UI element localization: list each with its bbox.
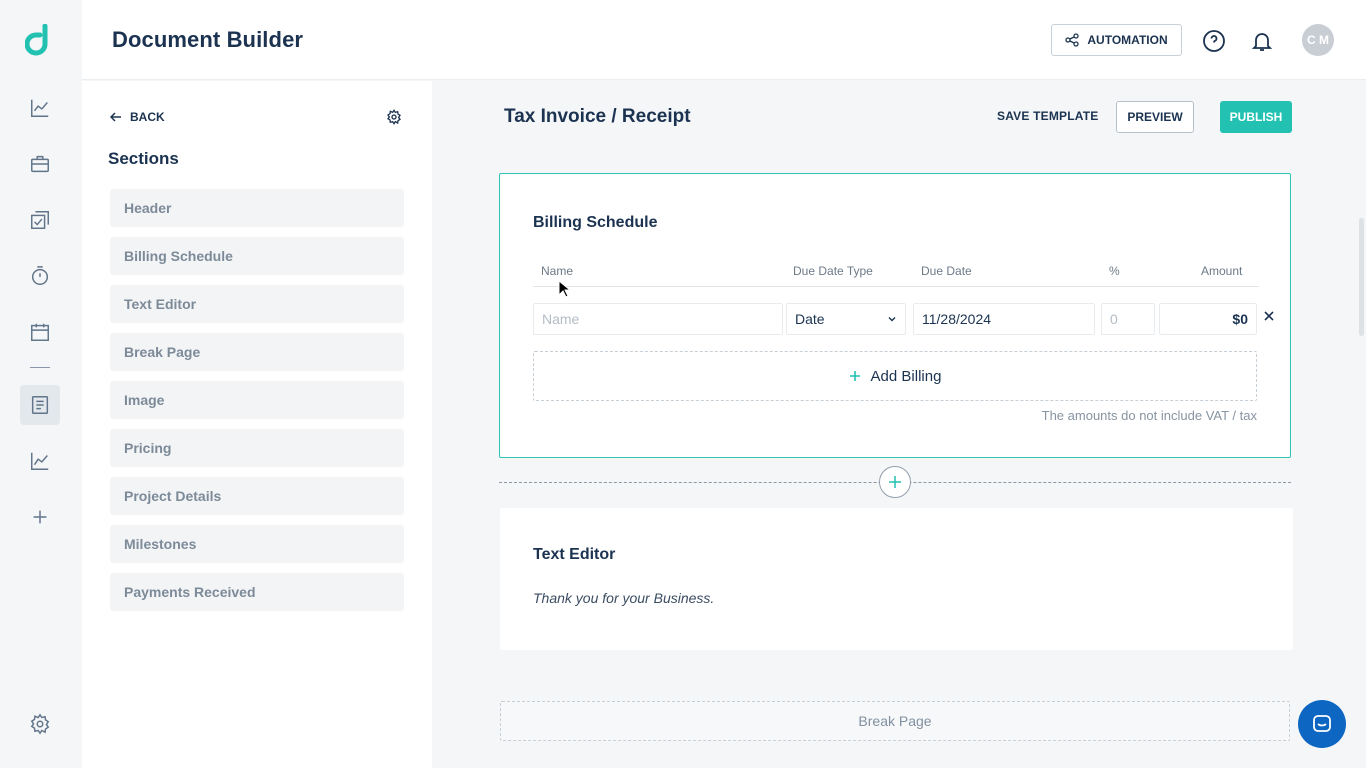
back-button[interactable]: BACK xyxy=(110,110,165,124)
arrow-left-icon xyxy=(110,112,121,122)
automation-label: AUTOMATION xyxy=(1087,33,1168,47)
publish-button[interactable]: PUBLISH xyxy=(1220,101,1292,133)
icon-rail xyxy=(0,0,82,768)
bell-icon[interactable] xyxy=(1250,29,1274,53)
gear-icon[interactable] xyxy=(386,109,402,125)
scrollbar-thumb[interactable] xyxy=(1359,218,1364,336)
save-template-button[interactable]: SAVE TEMPLATE xyxy=(997,109,1099,123)
document-icon[interactable] xyxy=(28,393,52,417)
preview-button[interactable]: PREVIEW xyxy=(1116,101,1194,133)
automation-button[interactable]: AUTOMATION xyxy=(1051,24,1182,56)
vat-note: The amounts do not include VAT / tax xyxy=(1041,408,1257,423)
add-section-button[interactable] xyxy=(879,466,911,498)
col-header-amount: Amount xyxy=(1201,264,1243,278)
top-header: Document Builder AUTOMATION C M xyxy=(82,0,1366,80)
page-title: Document Builder xyxy=(112,27,304,52)
sections-title: Sections xyxy=(108,149,179,168)
share-nodes-icon xyxy=(1065,33,1080,47)
briefcase-icon[interactable] xyxy=(28,152,52,176)
section-item-milestones[interactable]: Milestones xyxy=(110,525,404,563)
chat-support-button[interactable] xyxy=(1298,700,1346,748)
calendar-icon[interactable] xyxy=(28,320,52,344)
rail-divider xyxy=(30,367,50,368)
percent-input[interactable]: 0 xyxy=(1101,303,1155,335)
chevron-down-icon xyxy=(888,317,896,322)
col-header-due-date-type: Due Date Type xyxy=(793,264,873,278)
app-logo-icon[interactable] xyxy=(25,24,55,58)
section-item-header[interactable]: Header xyxy=(110,189,404,227)
remove-row-icon[interactable] xyxy=(1263,310,1275,322)
due-date-type-select[interactable]: Date xyxy=(786,303,906,335)
text-editor-card[interactable]: Text Editor Thank you for your Business. xyxy=(500,508,1293,650)
section-item-pricing[interactable]: Pricing xyxy=(110,429,404,467)
timer-icon[interactable] xyxy=(28,264,52,288)
section-item-payments-received[interactable]: Payments Received xyxy=(110,573,404,611)
billing-schedule-card[interactable]: Billing Schedule Name Due Date Type Due … xyxy=(499,173,1291,458)
billing-name-input[interactable]: Name xyxy=(533,303,783,335)
section-item-project-details[interactable]: Project Details xyxy=(110,477,404,515)
add-billing-label: Add Billing xyxy=(870,367,942,385)
reports-icon[interactable] xyxy=(28,449,52,473)
mouse-cursor-icon xyxy=(558,280,570,298)
help-icon[interactable] xyxy=(1202,29,1226,53)
document-canvas: Tax Invoice / Receipt SAVE TEMPLATE PREV… xyxy=(432,81,1366,768)
document-title[interactable]: Tax Invoice / Receipt xyxy=(504,106,691,128)
col-header-due-date: Due Date xyxy=(921,264,972,278)
text-editor-body[interactable]: Thank you for your Business. xyxy=(533,590,714,606)
settings-icon[interactable] xyxy=(28,712,52,736)
due-date-input[interactable]: 11/28/2024 xyxy=(913,303,1095,335)
chat-icon xyxy=(1313,715,1331,732)
text-editor-title: Text Editor xyxy=(533,546,616,563)
section-item-billing-schedule[interactable]: Billing Schedule xyxy=(110,237,404,275)
section-item-text-editor[interactable]: Text Editor xyxy=(110,285,404,323)
sections-panel: BACK Sections Header Billing Schedule Te… xyxy=(82,81,432,768)
break-page-block[interactable]: Break Page xyxy=(500,701,1290,741)
section-item-image[interactable]: Image xyxy=(110,381,404,419)
back-label: BACK xyxy=(130,110,165,124)
billing-schedule-title: Billing Schedule xyxy=(533,214,658,231)
amount-value: $0 xyxy=(1159,303,1257,335)
col-header-percent: % xyxy=(1109,264,1120,278)
tasks-icon[interactable] xyxy=(28,208,52,232)
table-header-divider xyxy=(533,286,1259,287)
analytics-icon[interactable] xyxy=(28,96,52,120)
plus-icon xyxy=(889,476,901,488)
section-item-break-page[interactable]: Break Page xyxy=(110,333,404,371)
avatar[interactable]: C M xyxy=(1302,24,1334,56)
col-header-name: Name xyxy=(541,264,574,278)
add-icon[interactable] xyxy=(28,505,52,529)
add-billing-button[interactable]: Add Billing xyxy=(533,351,1257,401)
plus-icon xyxy=(849,371,860,381)
due-date-type-value: Date xyxy=(795,311,825,327)
